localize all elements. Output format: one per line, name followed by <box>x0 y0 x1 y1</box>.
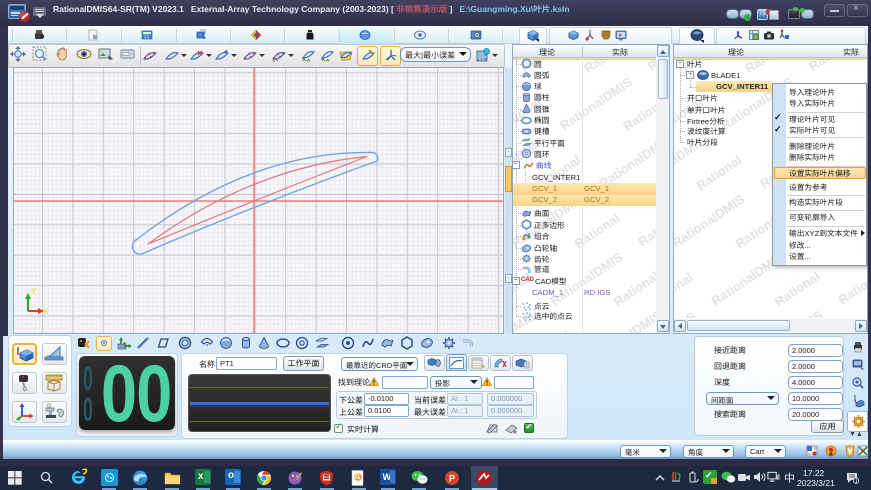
svg-text:P: P <box>449 474 455 484</box>
